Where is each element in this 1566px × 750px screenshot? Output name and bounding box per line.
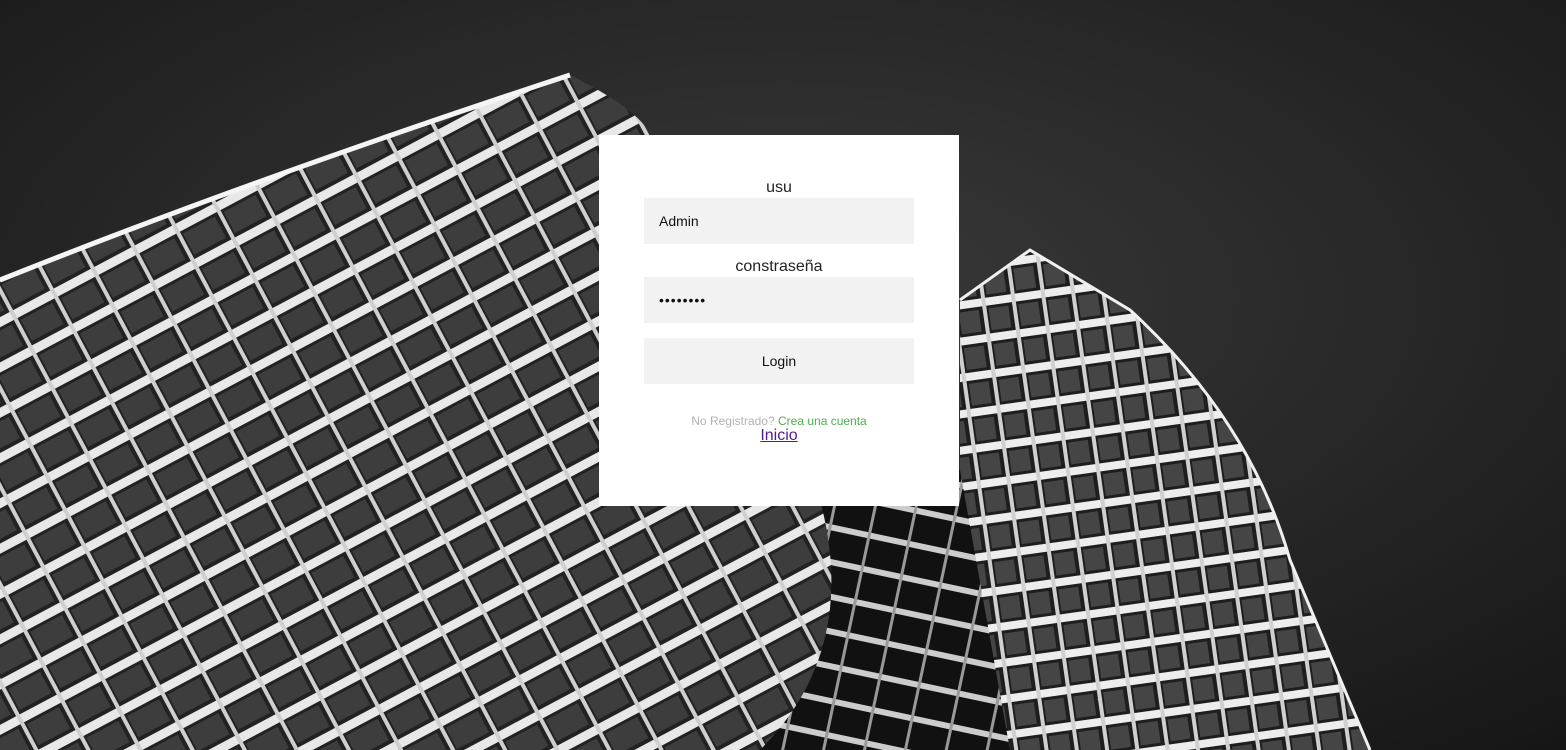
login-button[interactable]: Login bbox=[644, 338, 914, 384]
username-input[interactable] bbox=[644, 198, 914, 244]
home-link[interactable]: Inicio bbox=[760, 427, 797, 444]
register-prompt-line: No Registrado? Crea una cuenta bbox=[599, 414, 959, 428]
password-label: constraseña bbox=[735, 258, 823, 275]
create-account-link[interactable]: Crea una cuenta bbox=[778, 414, 867, 428]
home-link-row: Inicio bbox=[599, 427, 959, 445]
login-card: usu constraseña Login No Registrado? Cre… bbox=[599, 135, 959, 506]
register-prompt-text: No Registrado? bbox=[691, 414, 775, 428]
login-page: usu constraseña Login No Registrado? Cre… bbox=[0, 0, 1566, 750]
username-label: usu bbox=[766, 179, 792, 196]
password-input[interactable] bbox=[644, 277, 914, 323]
